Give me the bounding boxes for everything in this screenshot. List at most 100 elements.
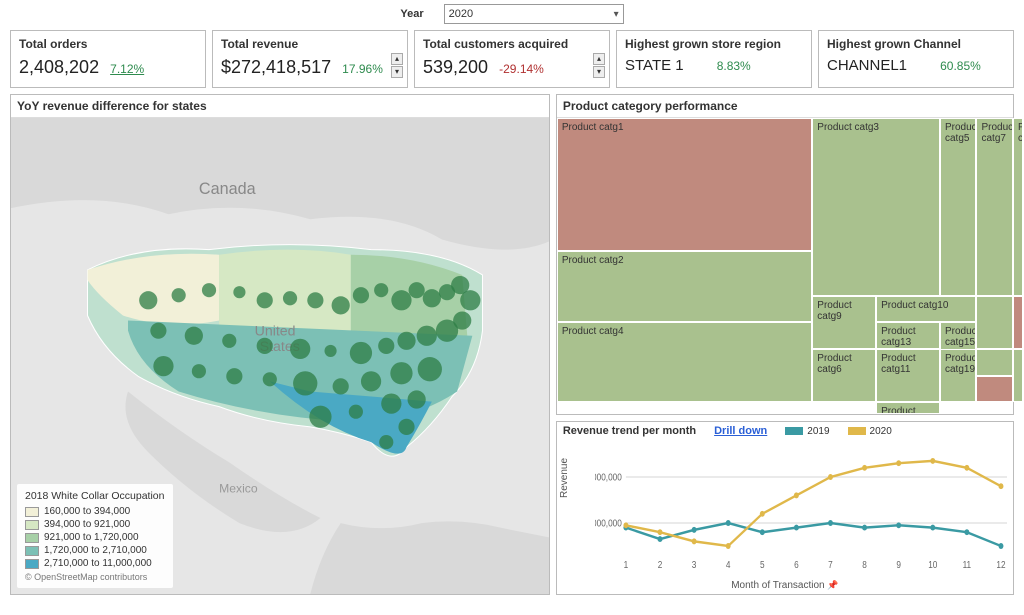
map-bubble[interactable] xyxy=(378,338,394,354)
map-bubble[interactable] xyxy=(222,334,236,348)
map-bubble[interactable] xyxy=(202,283,216,297)
svg-text:5: 5 xyxy=(760,559,765,570)
treemap-tile[interactable] xyxy=(976,376,1012,403)
spin-down-icon[interactable]: ▾ xyxy=(391,66,403,78)
map-bubble[interactable] xyxy=(257,338,273,354)
map-bubble[interactable] xyxy=(381,393,401,413)
data-point[interactable] xyxy=(760,529,765,535)
treemap-tile[interactable]: Product catg2 xyxy=(557,251,812,322)
data-point[interactable] xyxy=(964,529,969,535)
map-bubble[interactable] xyxy=(350,342,372,364)
year-dropdown[interactable]: 2020 xyxy=(444,4,624,24)
map-bubble[interactable] xyxy=(397,332,415,350)
data-point[interactable] xyxy=(930,525,935,531)
data-point[interactable] xyxy=(930,458,935,464)
treemap-tile[interactable] xyxy=(1013,296,1023,349)
data-point[interactable] xyxy=(623,523,628,529)
legend-row: 160,000 to 394,000 xyxy=(25,506,165,517)
data-point[interactable] xyxy=(760,511,765,517)
map-bubble[interactable] xyxy=(374,283,388,297)
map-bubble[interactable] xyxy=(409,282,425,298)
treemap-tile[interactable] xyxy=(976,349,1012,376)
map-bubble[interactable] xyxy=(324,345,336,357)
line-chart[interactable]: $30,000,000$40,000,000123456789101112 xyxy=(595,442,1007,578)
data-point[interactable] xyxy=(657,536,662,542)
treemap-tile[interactable]: Product catg4 xyxy=(557,322,812,402)
data-point[interactable] xyxy=(691,539,696,545)
data-point[interactable] xyxy=(998,484,1003,490)
treemap[interactable]: Product catg1Product catg2Product catg4P… xyxy=(557,118,1013,414)
data-point[interactable] xyxy=(794,493,799,499)
map-bubble[interactable] xyxy=(233,286,245,298)
map-bubble[interactable] xyxy=(398,419,414,435)
map-bubble[interactable] xyxy=(226,368,242,384)
treemap-tile[interactable]: Product catg6 xyxy=(812,349,876,402)
data-point[interactable] xyxy=(828,520,833,526)
map-bubble[interactable] xyxy=(263,372,277,386)
spin-up-icon[interactable]: ▴ xyxy=(391,53,403,65)
map-bubble[interactable] xyxy=(309,406,331,428)
map-bubble[interactable] xyxy=(150,323,166,339)
treemap-tile[interactable]: Product catg8 xyxy=(1013,118,1023,296)
treemap-tile[interactable]: Product catg3 xyxy=(812,118,940,296)
treemap-tile[interactable]: Product catg13 xyxy=(876,322,940,349)
data-point[interactable] xyxy=(896,461,901,467)
panel-title: YoY revenue difference for states xyxy=(11,95,549,118)
treemap-tile[interactable]: Product catg11 xyxy=(876,349,940,402)
spin-up-icon[interactable]: ▴ xyxy=(593,53,605,65)
spin-down-icon[interactable]: ▾ xyxy=(593,66,605,78)
data-point[interactable] xyxy=(964,465,969,471)
series-2019[interactable] xyxy=(626,523,1001,546)
map-bubble[interactable] xyxy=(139,291,157,309)
legend-swatch xyxy=(25,559,39,569)
treemap-tile[interactable]: Product catg7 xyxy=(976,118,1012,296)
data-point[interactable] xyxy=(828,474,833,480)
drill-down-link[interactable]: Drill down xyxy=(714,425,767,437)
treemap-tile[interactable]: Product catg10 xyxy=(876,296,976,323)
map-bubble[interactable] xyxy=(361,371,381,391)
treemap-tile[interactable] xyxy=(976,296,1012,349)
map-bubble[interactable] xyxy=(460,290,480,310)
map-bubble[interactable] xyxy=(192,364,206,378)
map-canvas[interactable]: Canada United States Mexico 2018 White C… xyxy=(11,118,549,594)
map-bubble[interactable] xyxy=(153,356,173,376)
map-bubble[interactable] xyxy=(408,390,426,408)
map-bubble[interactable] xyxy=(333,378,349,394)
data-point[interactable] xyxy=(998,543,1003,549)
treemap-tile[interactable]: Product catg1 xyxy=(557,118,812,251)
treemap-tile[interactable]: Product catg12 xyxy=(876,402,940,414)
map-bubble[interactable] xyxy=(172,288,186,302)
map-bubble[interactable] xyxy=(391,290,411,310)
data-point[interactable] xyxy=(862,525,867,531)
map-bubble[interactable] xyxy=(293,371,317,395)
spinner[interactable]: ▴▾ xyxy=(593,53,605,78)
data-point[interactable] xyxy=(862,465,867,471)
data-point[interactable] xyxy=(896,523,901,529)
map-bubble[interactable] xyxy=(390,362,412,384)
map-bubble[interactable] xyxy=(417,326,437,346)
data-point[interactable] xyxy=(691,527,696,533)
map-bubble[interactable] xyxy=(290,339,310,359)
map-bubble[interactable] xyxy=(349,405,363,419)
map-bubble[interactable] xyxy=(307,292,323,308)
kpi-delta: 7.12% xyxy=(110,62,144,76)
map-bubble[interactable] xyxy=(423,289,441,307)
legend-swatch xyxy=(25,546,39,556)
data-point[interactable] xyxy=(657,529,662,535)
data-point[interactable] xyxy=(726,543,731,549)
map-bubble[interactable] xyxy=(379,435,393,449)
map-bubble[interactable] xyxy=(283,291,297,305)
map-bubble[interactable] xyxy=(353,287,369,303)
map-bubble[interactable] xyxy=(418,357,442,381)
treemap-tile[interactable]: Product catg19 xyxy=(940,349,976,402)
treemap-tile[interactable]: Product catg9 xyxy=(812,296,876,349)
data-point[interactable] xyxy=(794,525,799,531)
map-bubble[interactable] xyxy=(185,327,203,345)
treemap-tile[interactable] xyxy=(1013,349,1023,402)
map-bubble[interactable] xyxy=(332,296,350,314)
spinner[interactable]: ▴▾ xyxy=(391,53,403,78)
data-point[interactable] xyxy=(726,520,731,526)
map-bubble[interactable] xyxy=(257,292,273,308)
map-bubble[interactable] xyxy=(453,311,471,329)
treemap-tile[interactable]: Product catg5 xyxy=(940,118,976,296)
